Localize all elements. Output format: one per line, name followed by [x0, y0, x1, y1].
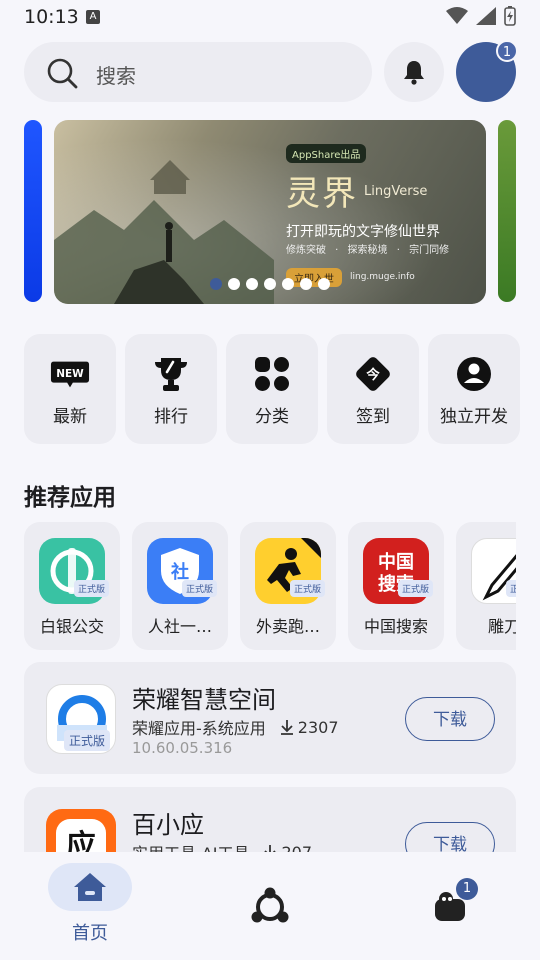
avatar-badge: 1 — [496, 40, 518, 62]
banner-features: 修炼突破 · 探索秘境 · 宗门同修 — [286, 245, 450, 256]
battery-charging-icon — [504, 6, 516, 26]
category-label: 排行 — [154, 407, 188, 427]
category-label: 分类 — [255, 407, 289, 427]
recommend-app[interactable]: 正式版 雕刀 — [456, 522, 516, 650]
home-icon — [74, 873, 106, 901]
app-meta: 实用工具-AI工具 207 — [132, 840, 312, 852]
category-label: 签到 — [356, 407, 390, 427]
banner-pavilion-art — [54, 160, 274, 304]
carousel-dot[interactable] — [246, 278, 258, 290]
avatar[interactable]: 1 — [456, 40, 518, 102]
carousel-next-slide[interactable] — [498, 120, 516, 302]
category-classify[interactable]: 分类 — [226, 334, 318, 444]
svg-text:今: 今 — [366, 366, 380, 383]
wifi-icon — [446, 7, 468, 24]
category-indie[interactable]: 独立开发 — [428, 334, 520, 444]
app-name: 白银公交 — [39, 617, 104, 636]
carousel-dot[interactable] — [210, 278, 222, 290]
app-name: 中国搜索 — [363, 617, 428, 636]
recommend-title: 推荐应用 — [24, 485, 116, 511]
app-version: 10.60.05.316 — [132, 739, 233, 757]
app-icon: 应 — [46, 809, 116, 852]
new-icon: NEW — [50, 361, 90, 388]
category-rank[interactable]: 排行 — [125, 334, 217, 444]
app-name: 雕刀 — [487, 617, 516, 636]
app-category: 荣耀应用-系统应用 — [132, 719, 266, 738]
app-list-item[interactable]: 正式版 荣耀智慧空间 荣耀应用-系统应用 2307 10.60.05.316 下… — [24, 662, 516, 774]
release-badge: 正式版 — [506, 580, 516, 597]
nav-me-badge: 1 — [456, 878, 478, 900]
banner-url: ling.muge.info — [350, 272, 415, 282]
banner-title-en: LingVerse — [364, 184, 428, 199]
download-count: 2307 — [297, 717, 339, 737]
release-badge: 正式版 — [74, 580, 110, 597]
bottom-nav: 首页 1 — [0, 852, 540, 960]
download-count: 207 — [281, 842, 312, 853]
category-new[interactable]: NEW 最新 — [24, 334, 116, 444]
checkin-icon: 今 — [356, 357, 390, 391]
grid-icon — [255, 357, 289, 391]
search-placeholder: 搜索 — [96, 64, 136, 88]
carousel-dot[interactable] — [228, 278, 240, 290]
app-name: 荣耀智慧空间 — [132, 686, 276, 714]
category-shortcuts: NEW 最新 排行 分类 今 签到 独立开发 — [24, 334, 520, 444]
app-meta: 荣耀应用-系统应用 2307 — [132, 715, 339, 739]
nav-community-tab[interactable] — [248, 884, 292, 928]
app-name: 外卖跑… — [255, 617, 320, 636]
recommend-app[interactable]: 正式版 外卖跑… — [240, 522, 336, 650]
baixiaoying-icon: 应 — [56, 819, 106, 852]
search-bar[interactable]: 搜索 — [24, 42, 372, 102]
release-badge: 正式版 — [64, 730, 111, 751]
community-icon — [251, 887, 289, 923]
category-checkin[interactable]: 今 签到 — [327, 334, 419, 444]
app-list[interactable]: 正式版 荣耀智慧空间 荣耀应用-系统应用 2307 10.60.05.316 下… — [0, 662, 540, 852]
app-name: 人社一… — [147, 617, 212, 636]
svg-text:NEW: NEW — [56, 368, 84, 380]
download-count-icon — [264, 845, 277, 852]
carousel-dot[interactable] — [282, 278, 294, 290]
carousel-dot[interactable] — [264, 278, 276, 290]
carousel-dot[interactable] — [318, 278, 330, 290]
recommend-app[interactable]: 社 正式版 人社一… — [132, 522, 228, 650]
recommend-app[interactable]: 中国 搜索 正式版 中国搜索 — [348, 522, 444, 650]
trophy-icon — [155, 358, 187, 391]
release-badge: 正式版 — [290, 580, 326, 597]
notifications-button[interactable] — [384, 42, 444, 102]
app-category: 实用工具-AI工具 — [132, 840, 249, 852]
signal-icon — [476, 7, 496, 25]
recommend-carousel[interactable]: 正式版 白银公交 社 正式版 人社一… 正式版 外卖跑… 中国 搜索 正式版 中国… — [24, 522, 516, 650]
banner-subtitle: 打开即玩的文字修仙世界 — [286, 224, 440, 240]
carousel-dot[interactable] — [300, 278, 312, 290]
person-icon — [457, 357, 491, 391]
app-list-item[interactable]: 应 百小应 实用工具-AI工具 207 下载 — [24, 787, 516, 852]
status-bar: 10:13 A — [0, 0, 540, 34]
app-name: 百小应 — [132, 811, 204, 839]
banner-title: 灵界 — [286, 174, 358, 214]
input-method-icon: A — [86, 10, 100, 24]
recommend-app[interactable]: 正式版 白银公交 — [24, 522, 120, 650]
category-label: 最新 — [53, 407, 87, 427]
download-button[interactable]: 下载 — [405, 822, 495, 852]
search-icon — [47, 58, 78, 89]
nav-home-tab[interactable] — [48, 863, 132, 911]
bell-icon — [404, 61, 424, 85]
category-label: 独立开发 — [440, 407, 508, 427]
release-badge: 正式版 — [398, 580, 434, 597]
svg-text:应: 应 — [66, 829, 96, 852]
carousel-prev-slide[interactable] — [24, 120, 42, 302]
release-badge: 正式版 — [182, 580, 218, 597]
status-time: 10:13 — [24, 6, 79, 28]
svg-text:中国: 中国 — [378, 551, 414, 573]
nav-home-label: 首页 — [72, 923, 108, 944]
carousel-indicator — [210, 278, 330, 290]
nav-me-tab[interactable]: 1 — [428, 878, 478, 928]
download-button[interactable]: 下载 — [405, 697, 495, 741]
status-icons — [446, 6, 516, 26]
banner-slide[interactable]: AppShare出品 灵界 LingVerse 打开即玩的文字修仙世界 修炼突破… — [54, 120, 486, 304]
banner-tag: AppShare出品 — [286, 144, 367, 163]
download-count-icon — [280, 720, 293, 735]
